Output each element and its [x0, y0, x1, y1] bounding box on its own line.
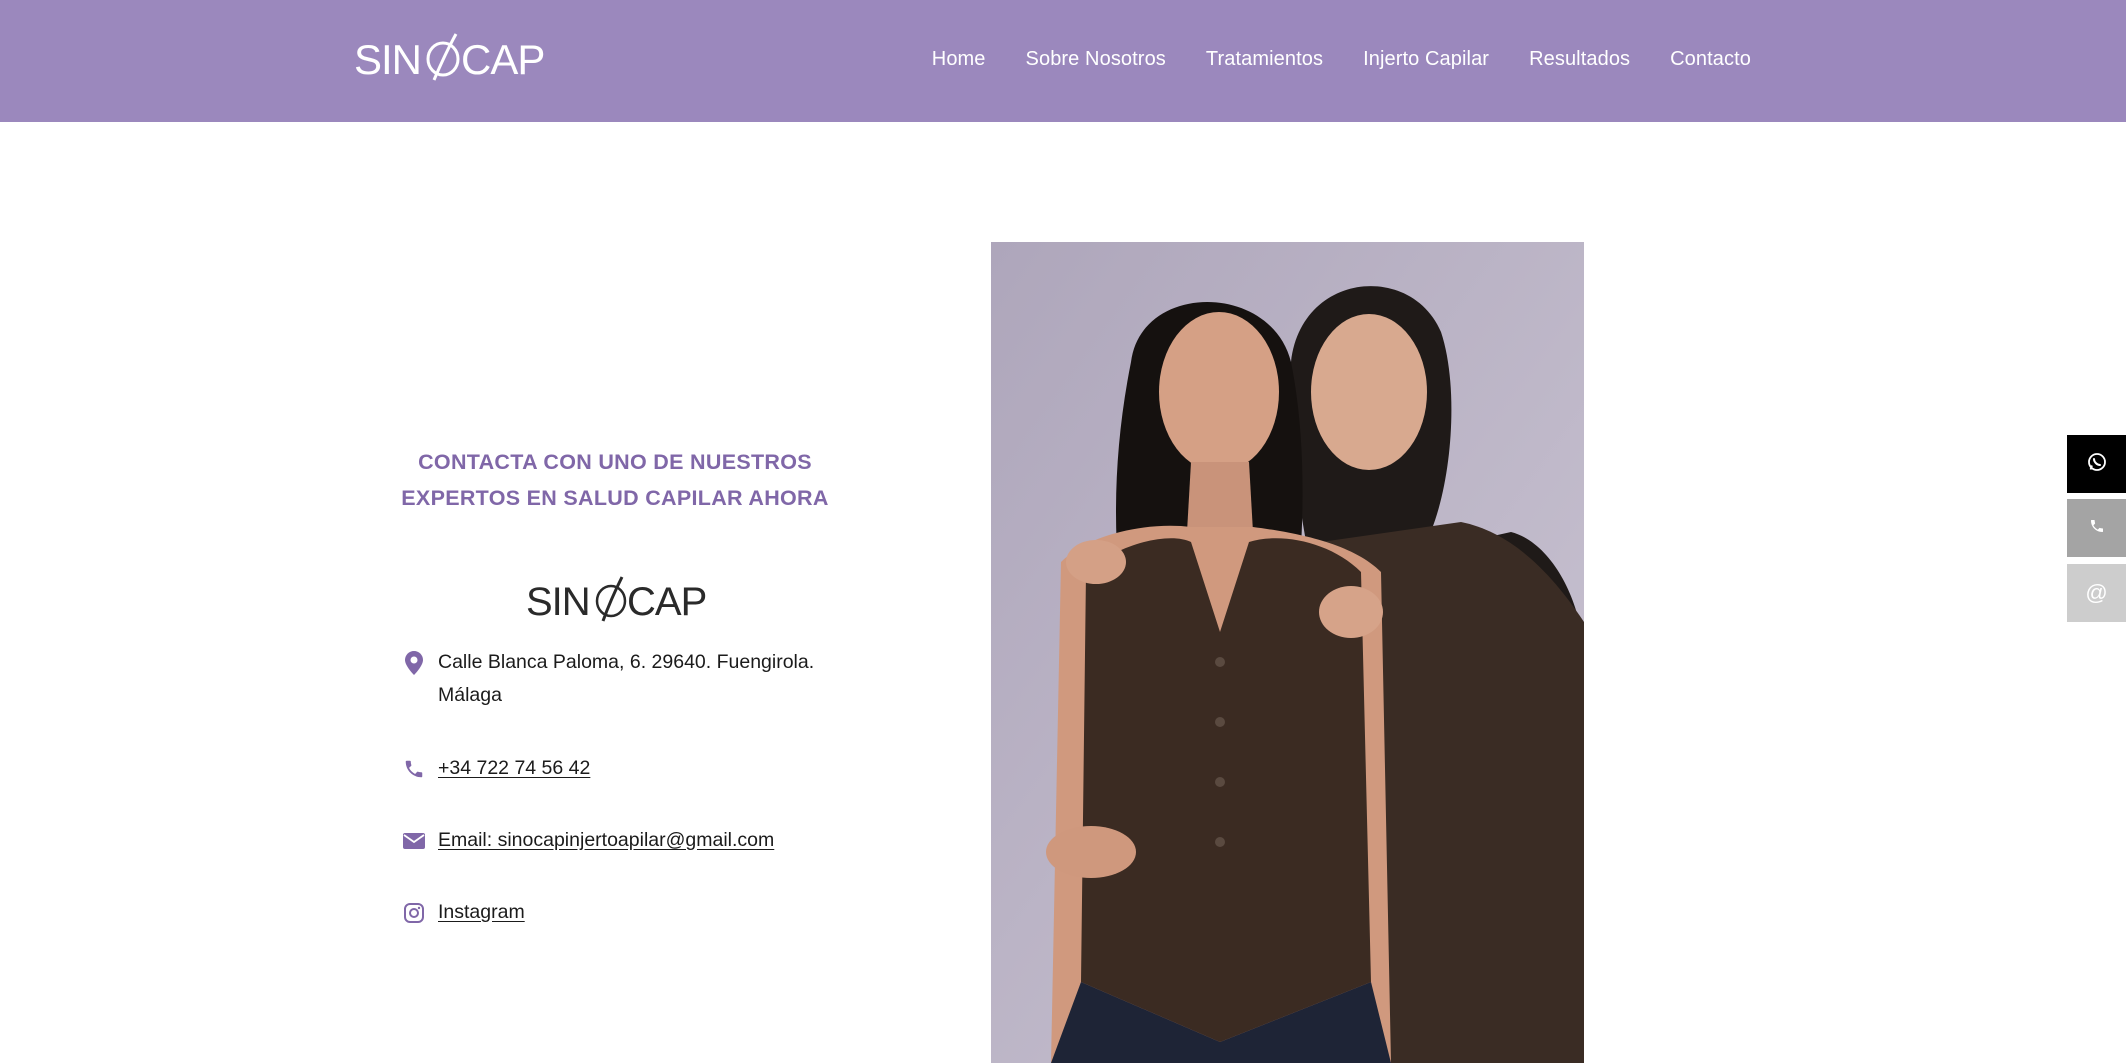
instagram-link[interactable]: Instagram	[438, 896, 525, 929]
whatsapp-icon	[2087, 452, 2107, 477]
address-line2: Málaga	[438, 684, 502, 706]
at-symbol-icon: @	[2085, 580, 2108, 605]
main-nav: Home Sobre Nosotros Tratamientos Injerto…	[932, 0, 1751, 118]
sinocap-dark-logo-icon: SIN CAP	[526, 576, 707, 624]
address-line1: Calle Blanca Paloma, 6. 29640. Fuengirol…	[438, 651, 815, 673]
whatsapp-side-button[interactable]	[2067, 435, 2126, 493]
header-logo[interactable]: SIN CAP	[354, 30, 544, 86]
svg-text:SIN: SIN	[354, 36, 421, 83]
svg-text:CAP: CAP	[627, 580, 706, 624]
nav-injerto-capilar[interactable]: Injerto Capilar	[1363, 48, 1489, 71]
phone-icon	[2089, 518, 2105, 539]
instagram-item: Instagram	[401, 896, 525, 929]
contact-heading: CONTACTA CON UNO DE NUESTROS EXPERTOS EN…	[400, 444, 830, 516]
svg-text:SIN: SIN	[526, 580, 590, 624]
address-text: Calle Blanca Paloma, 6. 29640. Fuengirol…	[438, 646, 814, 712]
two-women-photo-icon	[991, 242, 1584, 1063]
address-item: Calle Blanca Paloma, 6. 29640. Fuengirol…	[401, 646, 814, 712]
svg-text:CAP: CAP	[461, 36, 544, 83]
nav-contacto[interactable]: Contacto	[1670, 48, 1751, 71]
site-header: SIN CAP Home Sobre Nosotros Tratamientos…	[0, 0, 2126, 122]
phone-link[interactable]: +34 722 74 56 42	[438, 752, 590, 785]
email-side-button[interactable]: @	[2067, 564, 2126, 622]
contact-logo: SIN CAP	[526, 573, 707, 625]
email-item: Email: sinocapinjertoapilar@gmail.com	[401, 824, 774, 857]
nav-home[interactable]: Home	[932, 48, 986, 71]
envelope-icon	[401, 824, 427, 857]
nav-resultados[interactable]: Resultados	[1529, 48, 1630, 71]
page: SIN CAP Home Sobre Nosotros Tratamientos…	[0, 0, 2126, 1063]
contact-heading-line1: CONTACTA CON UNO DE NUESTROS	[418, 450, 812, 474]
instagram-icon	[401, 896, 427, 929]
phone-item: +34 722 74 56 42	[401, 752, 590, 785]
contact-heading-line2: EXPERTOS EN SALUD CAPILAR AHORA	[401, 486, 829, 510]
sinocap-logo-icon: SIN CAP	[354, 33, 544, 83]
map-pin-icon	[401, 646, 427, 679]
phone-icon	[401, 752, 427, 785]
phone-side-button[interactable]	[2067, 499, 2126, 557]
nav-sobre-nosotros[interactable]: Sobre Nosotros	[1026, 48, 1166, 71]
team-photo	[991, 242, 1584, 1063]
email-link[interactable]: Email: sinocapinjertoapilar@gmail.com	[438, 824, 774, 857]
nav-tratamientos[interactable]: Tratamientos	[1206, 48, 1323, 71]
